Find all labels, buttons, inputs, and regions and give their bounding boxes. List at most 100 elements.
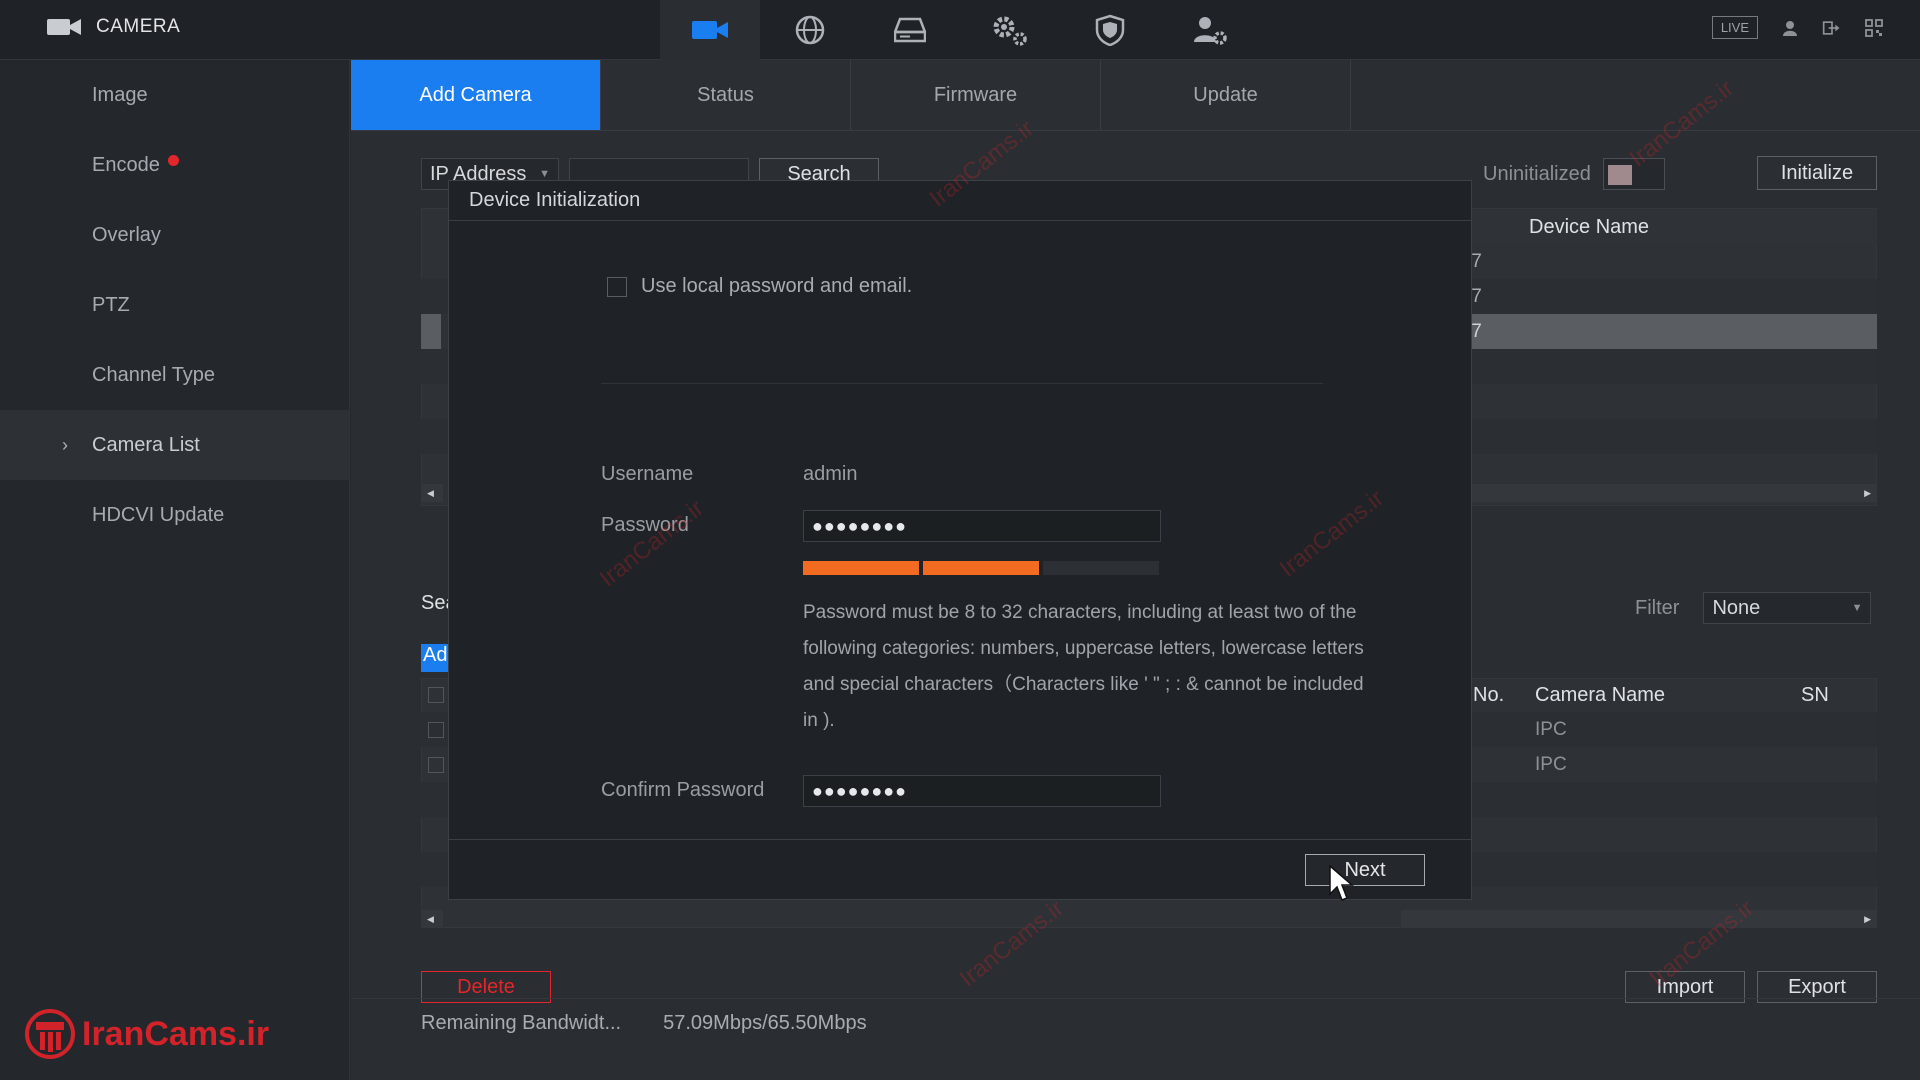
- row-checkbox[interactable]: [428, 722, 444, 738]
- strength-segment: [1043, 561, 1159, 575]
- column-header-sn: SN: [1801, 683, 1829, 706]
- user-icon[interactable]: [1780, 18, 1800, 38]
- table-row[interactable]: IPC: [1471, 712, 1877, 747]
- globe-icon: [795, 15, 825, 45]
- account-menu-button[interactable]: [1160, 0, 1260, 60]
- chevron-down-icon: ▼: [539, 168, 550, 180]
- tab-status[interactable]: Status: [601, 60, 851, 130]
- brand: CAMERA: [46, 16, 180, 38]
- sidebar-item-label: Overlay: [92, 223, 161, 246]
- main-menu-icons: [660, 0, 1260, 60]
- live-button[interactable]: LIVE: [1711, 16, 1758, 39]
- camera-table-header: No. Camera Name SN: [1471, 678, 1877, 712]
- logo-icon: [25, 1009, 75, 1059]
- checkbox-label: Use local password and email.: [641, 275, 913, 297]
- video-camera-icon: [47, 19, 81, 35]
- mouse-cursor-icon: [1329, 864, 1355, 901]
- settings-gears-icon: [993, 16, 1027, 46]
- logo-text: IranCams.ir: [82, 1014, 270, 1053]
- chevron-down-icon: ▼: [1851, 602, 1863, 614]
- user-settings-icon: [1194, 17, 1227, 45]
- camera-name-cell: IPC: [1535, 718, 1567, 740]
- sidebar-item-ptz[interactable]: PTZ: [0, 270, 349, 340]
- password-hint: Password must be 8 to 32 characters, inc…: [803, 602, 1364, 731]
- password-value: ●●●●●●●●: [812, 515, 907, 536]
- confirm-password-input[interactable]: ●●●●●●●●: [803, 775, 1161, 807]
- section-divider: [601, 383, 1323, 384]
- table-row[interactable]: IPC: [1471, 747, 1877, 782]
- scroll-left-arrow[interactable]: ◀: [421, 484, 443, 502]
- sidebar-item-camera-list[interactable]: › Camera List: [0, 410, 349, 480]
- filter-select[interactable]: None ▼: [1703, 592, 1872, 624]
- bandwidth-label: Remaining Bandwidt...: [421, 1012, 622, 1034]
- scroll-left-arrow[interactable]: ◀: [421, 910, 443, 928]
- username-value: admin: [803, 463, 858, 485]
- local-password-option[interactable]: Use local password and email.: [607, 275, 912, 298]
- footer-divider: [351, 998, 1920, 999]
- confirm-password-value: ●●●●●●●●: [812, 780, 907, 801]
- top-bar: CAMERA LIVE: [0, 0, 1920, 60]
- qr-code-icon[interactable]: [1864, 18, 1884, 38]
- tab-update[interactable]: Update: [1101, 60, 1351, 130]
- sidebar-item-encode[interactable]: Encode: [0, 130, 349, 200]
- password-input[interactable]: ●●●●●●●●: [803, 510, 1161, 542]
- system-menu-button[interactable]: [960, 0, 1060, 60]
- sidebar-item-overlay[interactable]: Overlay: [0, 200, 349, 270]
- sidebar-item-image[interactable]: Image: [0, 60, 349, 130]
- tab-bar: Add Camera Status Firmware Update: [351, 60, 1351, 130]
- network-menu-button[interactable]: [760, 0, 860, 60]
- bandwidth-info: Remaining Bandwidt... 57.09Mbps/65.50Mbp…: [421, 1012, 867, 1035]
- strength-segment: [923, 561, 1039, 575]
- camera-menu-button[interactable]: [660, 0, 760, 60]
- row-checkbox[interactable]: [428, 757, 444, 773]
- column-header-camera-name: Camera Name: [1535, 683, 1666, 706]
- horizontal-scrollbar[interactable]: ▶: [1401, 484, 1877, 502]
- dialog-footer-divider: [449, 839, 1471, 840]
- local-password-checkbox[interactable]: [607, 276, 627, 297]
- tab-add-camera[interactable]: Add Camera: [351, 60, 601, 130]
- bandwidth-value: 57.09Mbps/65.50Mbps: [663, 1012, 867, 1034]
- table-row[interactable]: ... 37777: [1401, 279, 1877, 314]
- notification-badge: [167, 154, 179, 166]
- sidebar-item-label: Camera List: [92, 433, 200, 456]
- filter-value: None: [1712, 596, 1761, 619]
- strength-segment: [803, 561, 919, 575]
- initialize-button[interactable]: Initialize: [1757, 156, 1877, 190]
- sidebar: Image Encode Overlay PTZ Channel Type › …: [0, 60, 350, 1080]
- camera-name-cell: IPC: [1535, 753, 1567, 775]
- logout-icon[interactable]: [1822, 18, 1842, 38]
- row-checkbox[interactable]: [428, 687, 444, 703]
- sidebar-item-label: Image: [92, 83, 148, 106]
- password-strength-meter: [803, 561, 1159, 575]
- sidebar-item-hdcvi-update[interactable]: HDCVI Update: [0, 480, 349, 550]
- sidebar-item-channel-type[interactable]: Channel Type: [0, 340, 349, 410]
- storage-menu-button[interactable]: [860, 0, 960, 60]
- tab-firmware[interactable]: Firmware: [851, 60, 1101, 130]
- selected-row-marker: [421, 314, 441, 349]
- sidebar-item-label: Channel Type: [92, 363, 216, 386]
- table-row-selected[interactable]: .. 37777: [1401, 314, 1877, 349]
- next-button[interactable]: Next: [1305, 854, 1425, 886]
- chevron-right-icon: ›: [62, 434, 68, 455]
- device-table-header: s Port Device Name: [1401, 210, 1877, 244]
- security-menu-button[interactable]: [1060, 0, 1160, 60]
- app-title: CAMERA: [96, 16, 181, 37]
- irancams-logo: IranCams.ir: [24, 1008, 269, 1060]
- column-header-no: No.: [1473, 683, 1505, 706]
- storage-icon: [894, 17, 926, 43]
- top-right-controls: LIVE: [1711, 16, 1884, 39]
- confirm-password-label: Confirm Password: [601, 779, 765, 801]
- sidebar-item-label: HDCVI Update: [92, 503, 225, 526]
- username-label: Username: [601, 463, 694, 485]
- column-header-device-name: Device Name: [1529, 215, 1650, 238]
- uninitialized-label: Uninitialized: [1483, 162, 1591, 185]
- camera-icon: [692, 21, 728, 39]
- table-row[interactable]: ... 37777: [1401, 244, 1877, 279]
- filter-control: Filter None ▼: [1635, 592, 1872, 624]
- horizontal-scrollbar[interactable]: ▶: [1401, 910, 1877, 928]
- sidebar-item-label: PTZ: [92, 293, 130, 316]
- sidebar-item-label: Encode: [92, 153, 160, 176]
- filter-label: Filter: [1635, 596, 1680, 619]
- add-button[interactable]: Ad: [421, 644, 449, 672]
- shield-icon: [1095, 14, 1125, 46]
